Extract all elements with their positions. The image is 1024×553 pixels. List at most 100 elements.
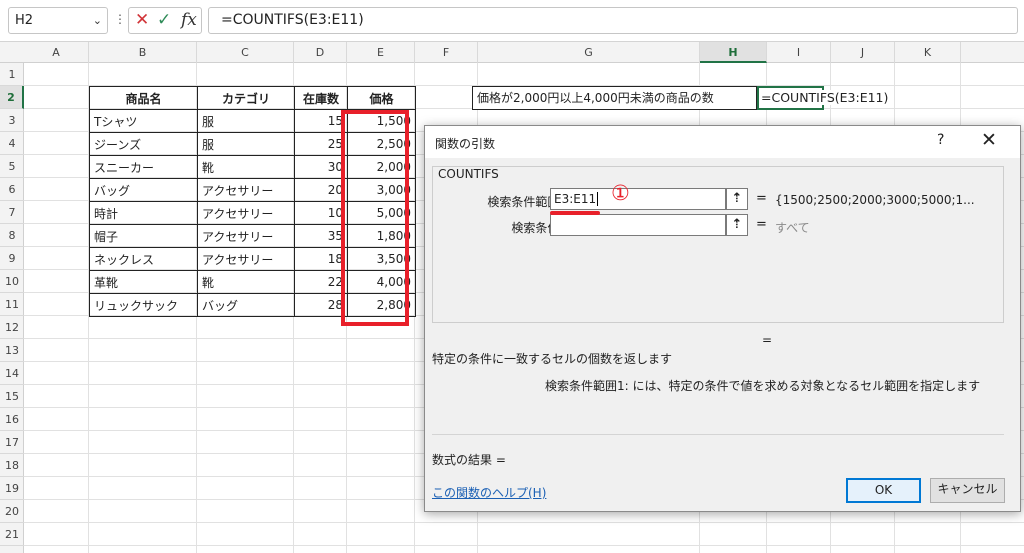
function-help-link[interactable]: この関数のヘルプ(H) (432, 484, 546, 501)
formula-text: =COUNTIFS(E3:E11) (221, 12, 364, 28)
column-header-k[interactable]: K (895, 42, 961, 63)
row-header-13[interactable]: 13 (0, 339, 24, 362)
table-cell[interactable]: 28 (294, 293, 348, 317)
column-header-c[interactable]: C (197, 42, 294, 63)
row-header-7[interactable]: 7 (0, 201, 24, 224)
row-header-20[interactable]: 20 (0, 500, 24, 523)
arg-equals: = (756, 191, 767, 206)
row-header-14[interactable]: 14 (0, 362, 24, 385)
table-cell[interactable]: 18 (294, 247, 348, 271)
function-result-equals: = (762, 333, 773, 347)
arg-result-criteria1: すべて (775, 221, 810, 235)
table-cell[interactable]: 35 (294, 224, 348, 248)
row-header-11[interactable]: 11 (0, 293, 24, 316)
formula-input[interactable]: =COUNTIFS(E3:E11) (208, 7, 1018, 34)
chevron-down-icon[interactable]: ⌄ (93, 8, 102, 33)
name-box[interactable]: H2 ⌄ (8, 7, 108, 34)
column-header-b[interactable]: B (89, 42, 197, 63)
table-cell[interactable]: Tシャツ (89, 109, 198, 133)
active-cell-h2[interactable]: =COUNTIFS(E3:E11) (757, 86, 889, 110)
row-header-21[interactable]: 21 (0, 523, 24, 546)
table-cell[interactable]: 20 (294, 178, 348, 202)
check-icon[interactable]: ✓ (157, 10, 171, 30)
arg-result-range1: {1500;2500;2000;3000;5000;1... (775, 193, 975, 207)
row-header-17[interactable]: 17 (0, 431, 24, 454)
ok-button[interactable]: OK (846, 478, 921, 503)
table-cell[interactable]: 帽子 (89, 224, 198, 248)
row-header-6[interactable]: 6 (0, 178, 24, 201)
insert-function-icon[interactable]: fx (181, 10, 197, 30)
column-header-h[interactable]: H (700, 42, 767, 63)
row-header-15[interactable]: 15 (0, 385, 24, 408)
row-header-12[interactable]: 12 (0, 316, 24, 339)
table-cell[interactable]: ネックレス (89, 247, 198, 271)
table-cell[interactable]: 時計 (89, 201, 198, 225)
row-headers: 1 2 3 4 5 6 7 8 9 10 11 12 13 14 15 16 17 18 19 20 21 (0, 63, 24, 553)
row-header-5[interactable]: 5 (0, 155, 24, 178)
dialog-titlebar[interactable]: 関数の引数 ? ✕ (425, 126, 1020, 158)
table-cell[interactable]: 15 (294, 109, 348, 133)
column-header-e[interactable]: E (347, 42, 415, 63)
table-cell[interactable]: 10 (294, 201, 348, 225)
dialog-title: 関数の引数 (435, 137, 496, 151)
table-cell[interactable]: 22 (294, 270, 348, 294)
column-header-d[interactable]: D (294, 42, 347, 63)
header-cell[interactable]: 在庫数 (294, 86, 348, 110)
column-headers: ABCDEFGHIJK (0, 42, 1024, 63)
header-cell[interactable]: 価格 (347, 86, 416, 110)
header-cell[interactable]: カテゴリ (197, 86, 295, 110)
table-header-row: 商品名 カテゴリ 在庫数 価格 (89, 86, 416, 110)
column-header-i[interactable]: I (767, 42, 831, 63)
collapse-dialog-icon[interactable]: ⇡ (726, 188, 748, 210)
more-vertical-icon[interactable]: ⋮ (114, 12, 126, 26)
formula-bar: H2 ⌄ ⋮ ✕ ✓ fx =COUNTIFS(E3:E11) (0, 0, 1024, 42)
table-cell[interactable]: リュックサック (89, 293, 198, 317)
table-cell[interactable]: スニーカー (89, 155, 198, 179)
table-cell[interactable]: ジーンズ (89, 132, 198, 156)
column-header-j[interactable]: J (831, 42, 895, 63)
table-cell[interactable]: アクセサリー (197, 178, 295, 202)
cancel-button[interactable]: キャンセル (930, 478, 1005, 503)
table-cell[interactable]: 服 (197, 132, 295, 156)
row-header-8[interactable]: 8 (0, 224, 24, 247)
table-cell[interactable]: アクセサリー (197, 224, 295, 248)
function-arguments-dialog: 関数の引数 ? ✕ COUNTIFS 検索条件範囲1 E3:E11 ⇡ = {1… (424, 125, 1021, 512)
row-header-2[interactable]: 2 (0, 86, 24, 109)
column-header-a[interactable]: A (24, 42, 89, 63)
row-header-10[interactable]: 10 (0, 270, 24, 293)
row-header-4[interactable]: 4 (0, 132, 24, 155)
formula-result: 数式の結果 = (432, 453, 506, 467)
close-icon[interactable]: ✕ (981, 129, 997, 151)
name-box-value: H2 (15, 13, 34, 28)
table-cell[interactable]: バッグ (89, 178, 198, 202)
help-icon[interactable]: ? (937, 132, 944, 148)
highlight-box (341, 110, 409, 326)
table-cell[interactable]: アクセサリー (197, 247, 295, 271)
row-header-16[interactable]: 16 (0, 408, 24, 431)
cancel-icon[interactable]: ✕ (135, 10, 149, 30)
row-header-9[interactable]: 9 (0, 247, 24, 270)
divider (432, 434, 1004, 435)
arg-equals: = (756, 217, 767, 232)
function-name: COUNTIFS (438, 167, 499, 181)
table-cell[interactable]: 服 (197, 109, 295, 133)
table-cell[interactable]: 25 (294, 132, 348, 156)
collapse-dialog-icon[interactable]: ⇡ (726, 214, 748, 236)
criteria-range1-input[interactable]: E3:E11 (550, 188, 726, 210)
row-header-18[interactable]: 18 (0, 454, 24, 477)
criteria1-input[interactable] (550, 214, 726, 236)
table-cell[interactable]: 靴 (197, 155, 295, 179)
row-header-19[interactable]: 19 (0, 477, 24, 500)
row-header-1[interactable]: 1 (0, 63, 24, 86)
table-cell[interactable]: アクセサリー (197, 201, 295, 225)
column-header-g[interactable]: G (478, 42, 700, 63)
column-header-f[interactable]: F (415, 42, 478, 63)
table-cell[interactable]: バッグ (197, 293, 295, 317)
header-cell[interactable]: 商品名 (89, 86, 198, 110)
criteria-label-cell[interactable]: 価格が2,000円以上4,000円未満の商品の数 (472, 86, 757, 110)
argument-description: 検索条件範囲1: には、特定の条件で値を求める対象となるセル範囲を指定します (545, 379, 981, 393)
table-cell[interactable]: 革靴 (89, 270, 198, 294)
table-cell[interactable]: 靴 (197, 270, 295, 294)
table-cell[interactable]: 30 (294, 155, 348, 179)
row-header-3[interactable]: 3 (0, 109, 24, 132)
